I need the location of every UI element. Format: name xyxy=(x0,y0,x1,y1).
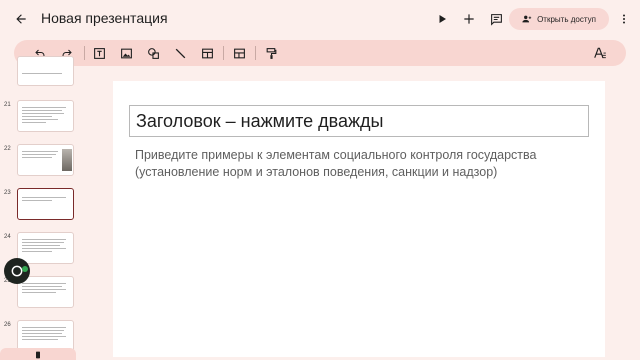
slide-canvas[interactable]: Заголовок – нажмите дважды Приведите при… xyxy=(113,81,605,357)
slide-number: 24 xyxy=(4,234,11,240)
toolbar-divider xyxy=(255,46,256,60)
bottom-panel-handle[interactable] xyxy=(0,348,76,360)
back-button[interactable] xyxy=(11,9,31,29)
text-format-button[interactable] xyxy=(592,45,608,61)
slide-title-placeholder[interactable]: Заголовок – нажмите дважды xyxy=(129,105,589,137)
document-title[interactable]: Новая презентация xyxy=(41,10,168,26)
layout-icon xyxy=(233,48,245,58)
paint-format-icon xyxy=(266,47,276,59)
comments-icon xyxy=(490,13,502,26)
share-button[interactable]: Открыть доступ xyxy=(509,8,609,30)
image-icon xyxy=(120,48,132,58)
slide-thumbnail[interactable] xyxy=(17,276,74,308)
new-slide-button[interactable] xyxy=(459,9,479,29)
toolbar-divider xyxy=(223,46,224,60)
insert-table-button[interactable] xyxy=(199,45,215,61)
more-vert-icon xyxy=(623,14,625,24)
comments-button[interactable] xyxy=(486,9,506,29)
phone-icon xyxy=(36,351,40,359)
slide-thumbnail[interactable] xyxy=(17,56,74,86)
text-box-icon xyxy=(93,47,105,59)
slide-thumbnail[interactable] xyxy=(17,100,74,132)
insert-shape-button[interactable] xyxy=(145,45,161,61)
slide-thumbnail[interactable] xyxy=(17,144,74,176)
paint-format-button[interactable] xyxy=(263,45,279,61)
shapes-icon xyxy=(147,47,159,59)
insert-text-box-button[interactable] xyxy=(91,45,107,61)
body-line: Приведите примеры к элементам социальног… xyxy=(135,148,537,162)
arrow-back-icon xyxy=(16,14,26,24)
status-dot xyxy=(22,266,28,272)
line-icon xyxy=(175,48,185,58)
more-options-button[interactable] xyxy=(614,9,634,29)
top-bar: Новая презентация Открыть доступ xyxy=(0,0,640,38)
slide-title-text: Заголовок – нажмите дважды xyxy=(136,110,384,131)
layout-button[interactable] xyxy=(231,45,247,61)
share-button-label: Открыть доступ xyxy=(537,14,596,24)
editing-toolbar xyxy=(14,40,626,66)
slide-thumbnail-selected[interactable] xyxy=(17,188,74,220)
slide-number: 26 xyxy=(4,322,11,328)
slide-body-text[interactable]: Приведите примеры к элементам социальног… xyxy=(135,147,585,181)
present-button[interactable] xyxy=(432,9,452,29)
slide-number: 23 xyxy=(4,190,11,196)
slide-thumbnail[interactable] xyxy=(17,232,74,264)
slide-filmstrip: 21 22 23 24 25 26 xyxy=(0,56,84,360)
slide-number: 21 xyxy=(4,102,11,108)
toolbar-divider xyxy=(84,46,85,60)
insert-line-button[interactable] xyxy=(172,45,188,61)
table-icon xyxy=(201,48,213,58)
body-line: (установление норм и эталонов поведения,… xyxy=(135,165,498,179)
insert-image-button[interactable] xyxy=(118,45,134,61)
text-format-icon xyxy=(594,47,606,59)
thumbnail-image xyxy=(62,149,72,171)
add-icon xyxy=(464,14,474,24)
play-icon xyxy=(439,15,446,23)
slide-number: 22 xyxy=(4,146,11,152)
person-add-icon xyxy=(522,15,532,23)
